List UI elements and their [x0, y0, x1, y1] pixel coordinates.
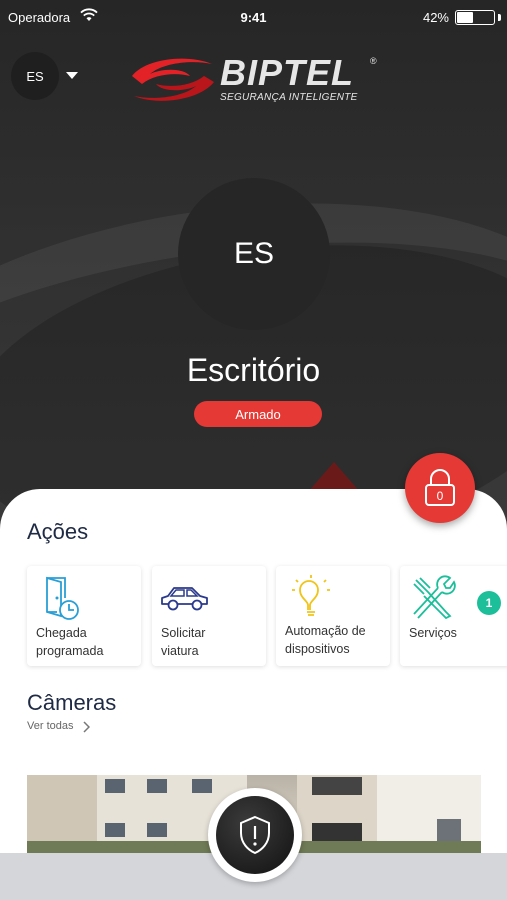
action-card-automacao[interactable]: Automação de dispositivos — [276, 566, 390, 666]
actions-title: Ações — [27, 519, 89, 544]
action-card-viatura[interactable]: Solicitar viatura — [152, 566, 266, 666]
see-all-link[interactable]: Ver todas — [27, 720, 73, 732]
action-label: Serviços — [409, 626, 457, 640]
logo-swirl-icon — [132, 58, 214, 101]
panic-button-inner — [216, 796, 294, 874]
door-clock-icon — [46, 576, 79, 620]
battery-fill — [457, 12, 473, 23]
arm-lock-button[interactable]: 0 — [405, 453, 475, 523]
site-avatar[interactable]: ES — [178, 178, 330, 330]
chevron-down-icon[interactable] — [66, 72, 78, 79]
logo-tagline: SEGURANÇA INTELIGENTE — [220, 92, 358, 103]
action-card-servicos[interactable]: Serviços — [400, 566, 507, 666]
battery-tip — [498, 14, 501, 21]
tools-icon — [413, 575, 456, 620]
action-label: Automação de dispositivos — [285, 624, 366, 656]
battery-icon — [455, 10, 495, 25]
panic-button[interactable] — [208, 788, 302, 882]
shield-alert-icon — [240, 815, 270, 855]
lightbulb-icon — [292, 575, 330, 616]
status-bar: Operadora 9:41 42% — [0, 0, 507, 36]
brand-logo: BIPTEL ® SEGURANÇA INTELIGENTE — [128, 52, 383, 106]
notification-badge: 1 — [477, 591, 501, 615]
action-card-chegada[interactable]: Chegada programada — [27, 566, 141, 666]
lock-count: 0 — [437, 489, 444, 503]
battery-percent: 42% — [422, 10, 449, 25]
status-badge: Armado — [194, 401, 322, 427]
logo-registered: ® — [370, 56, 377, 66]
background-accent — [308, 462, 360, 492]
action-label: Solicitar viatura — [161, 626, 206, 658]
action-label: Chegada programada — [36, 626, 104, 658]
logo-wordmark: BIPTEL — [220, 52, 355, 93]
padlock-icon: 0 — [425, 469, 455, 506]
car-icon — [161, 587, 208, 611]
chevron-right-icon[interactable] — [82, 721, 90, 733]
account-avatar[interactable]: ES — [11, 52, 59, 100]
site-name: Escritório — [186, 352, 321, 388]
cameras-title: Câmeras — [27, 690, 117, 715]
